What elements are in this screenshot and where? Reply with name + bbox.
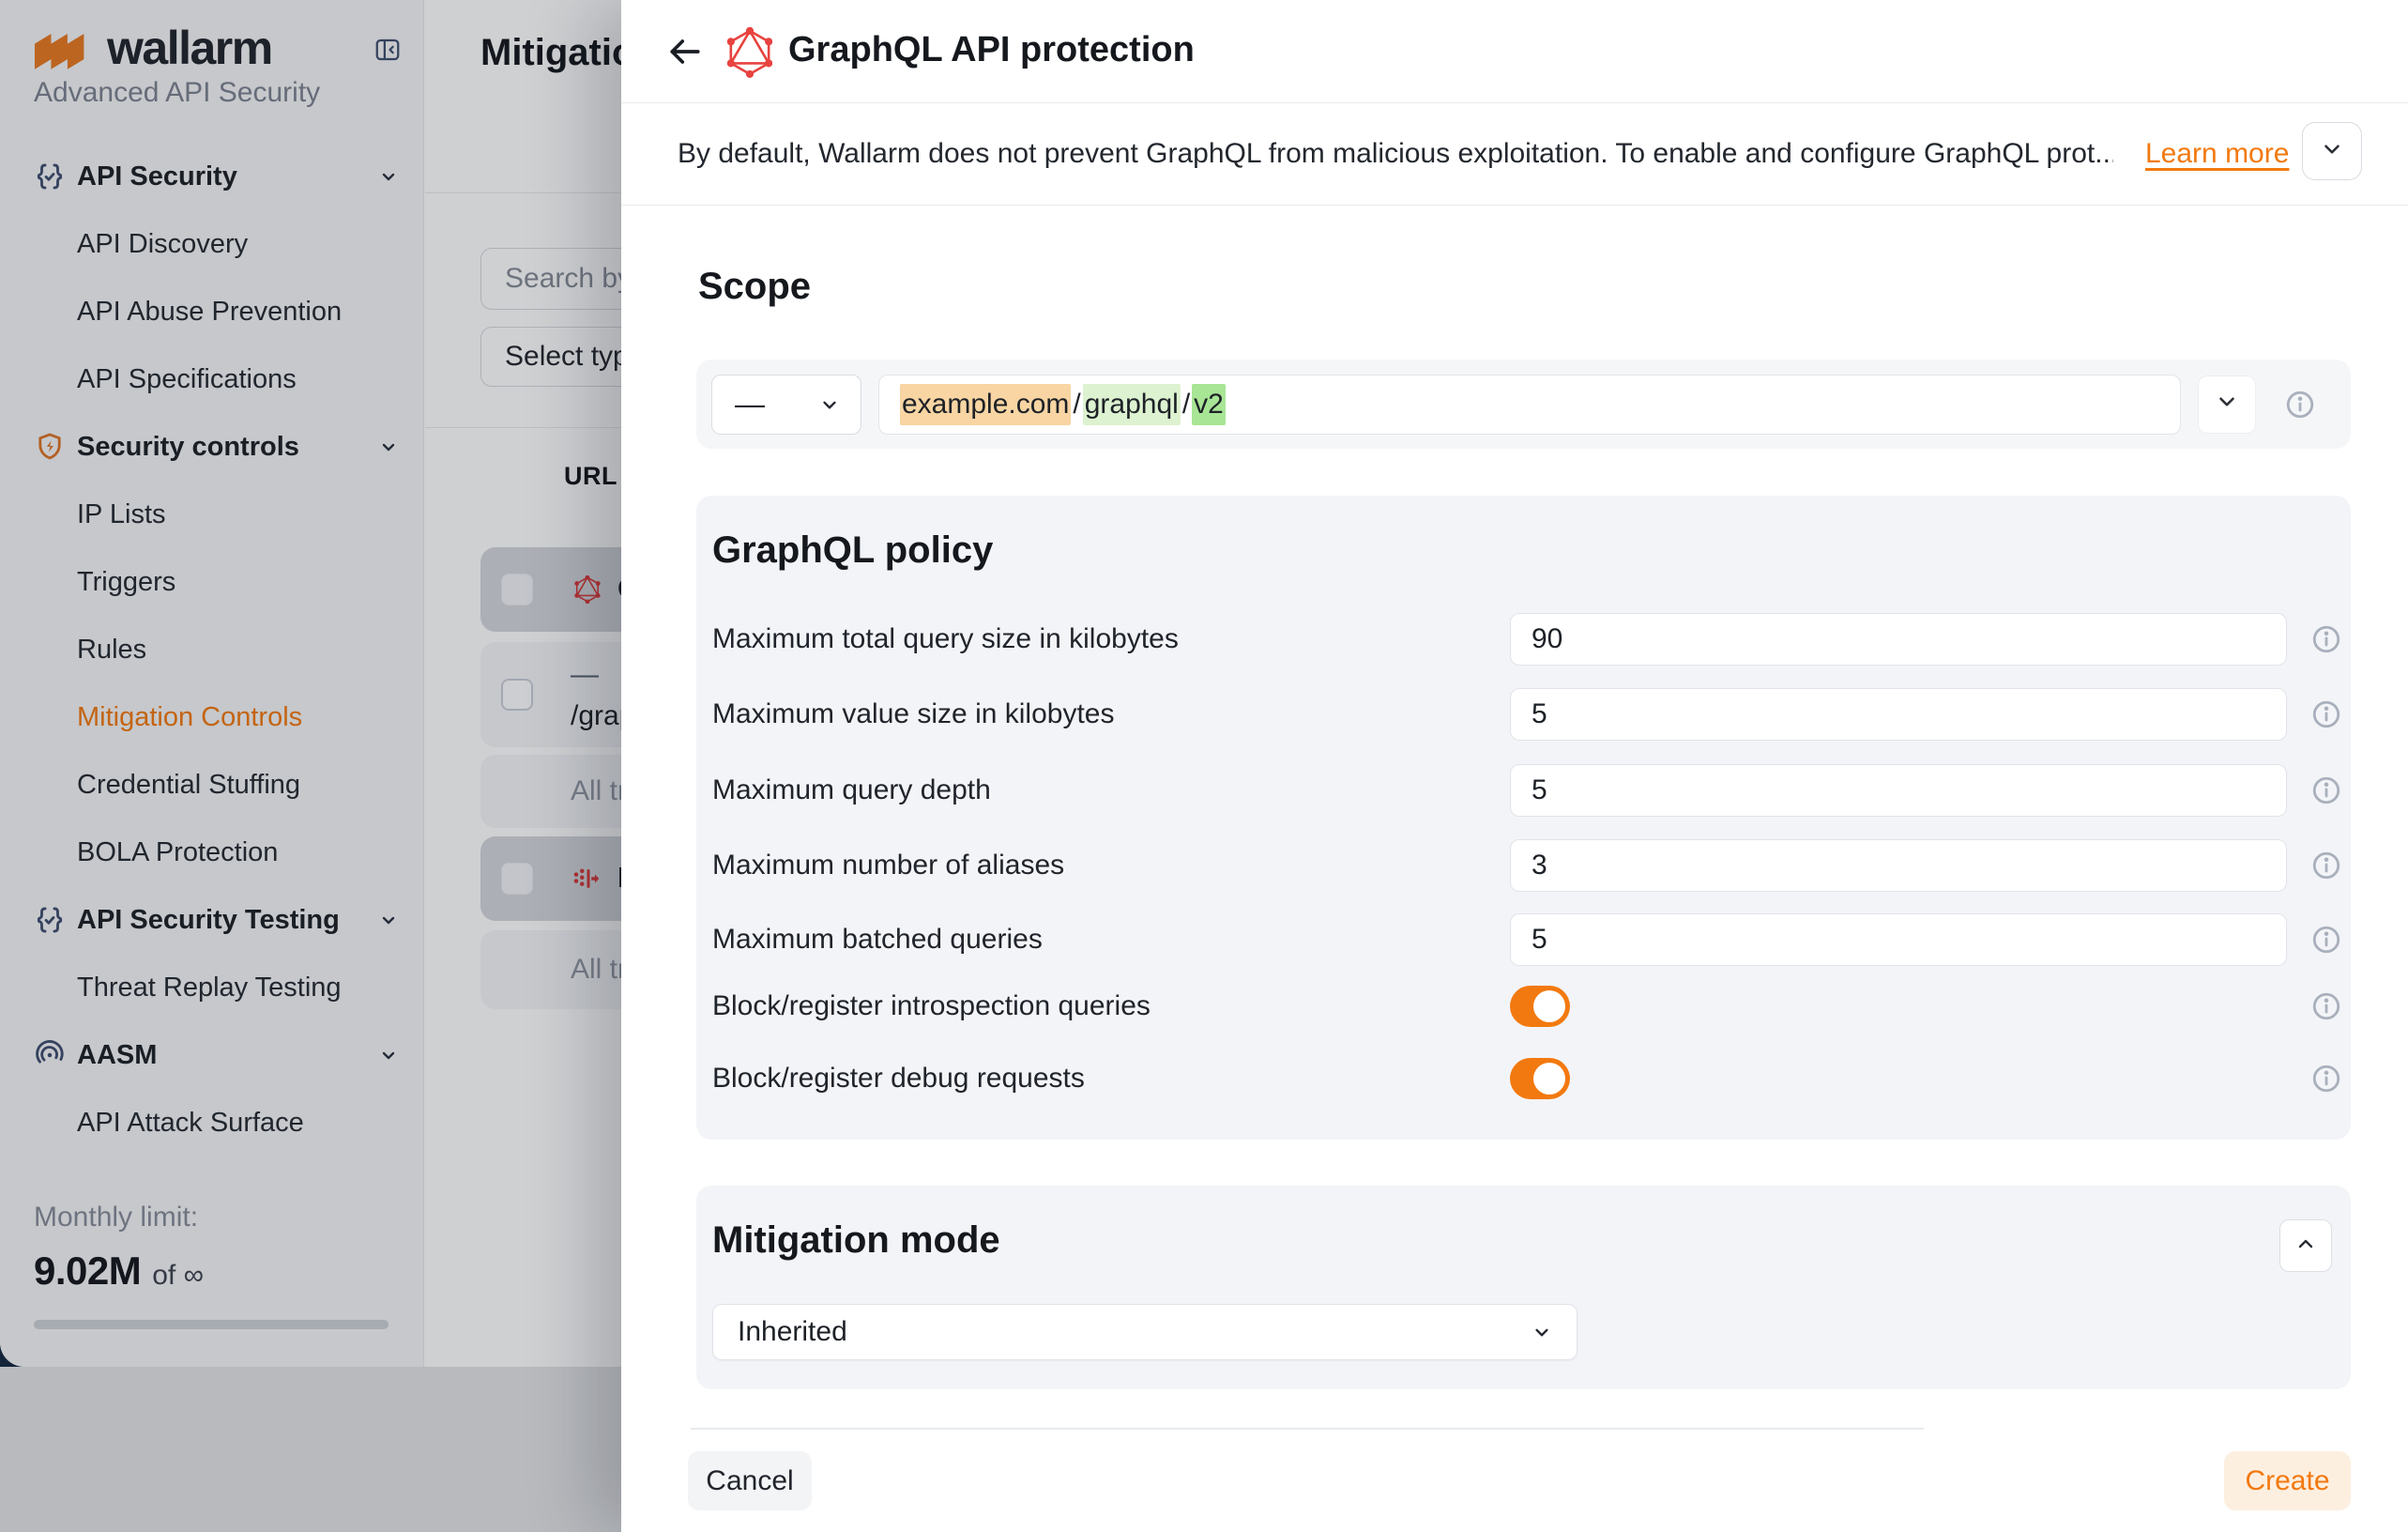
info-icon[interactable] [2284, 389, 2316, 421]
policy-toggle[interactable] [1510, 986, 1570, 1027]
toggle-knob [1533, 990, 1565, 1022]
chevron-up-icon [2294, 1233, 2317, 1260]
policy-value-input[interactable] [1510, 613, 2287, 666]
policy-row-label: Maximum query depth [712, 774, 991, 806]
policy-value-input[interactable] [1510, 913, 2287, 966]
policy-toggle[interactable] [1510, 1058, 1570, 1099]
info-icon[interactable] [2310, 1063, 2342, 1095]
scope-row: — example.com/graphql/v2 [696, 360, 2351, 449]
policy-value-input[interactable] [1510, 839, 2287, 892]
mitigation-mode-heading: Mitigation mode [712, 1219, 1000, 1262]
policy-value-input[interactable] [1510, 688, 2287, 741]
policy-row-label: Maximum number of aliases [712, 850, 1064, 881]
mitigation-mode-value: Inherited [738, 1316, 847, 1348]
cancel-button[interactable]: Cancel [688, 1451, 812, 1510]
policy-row-label: Block/register debug requests [712, 1063, 1085, 1095]
policy-row-label: Block/register introspection queries [712, 990, 1151, 1022]
info-icon[interactable] [2310, 924, 2342, 956]
info-icon[interactable] [2310, 698, 2342, 730]
scope-expand-button[interactable] [2198, 375, 2256, 434]
info-icon[interactable] [2310, 850, 2342, 881]
scope-url-segment: / [1181, 384, 1192, 425]
mitigation-mode-section: Mitigation mode Inherited [696, 1186, 2351, 1389]
scope-application-value: — [735, 387, 765, 421]
drawer-title: GraphQL API protection [788, 30, 1195, 70]
chevron-down-icon [1530, 1320, 1554, 1344]
scope-url-segment: v2 [1192, 384, 1226, 425]
policy-row-maximum-total-query-size-in-kilobytes: Maximum total query size in kilobytes [696, 613, 2351, 666]
chevron-down-icon [2320, 137, 2344, 166]
graphql-protection-drawer: GraphQL API protection By default, Walla… [621, 0, 2408, 1532]
chevron-down-icon [817, 392, 842, 417]
app-root: wallarm Advanced API Security API Securi… [0, 0, 2408, 1532]
toggle-knob [1533, 1063, 1565, 1095]
footer-divider [691, 1428, 1924, 1430]
policy-row-label: Maximum value size in kilobytes [712, 698, 1114, 730]
learn-more-link[interactable]: Learn more [2145, 138, 2289, 170]
chevron-down-icon [2215, 390, 2239, 419]
info-icon[interactable] [2310, 774, 2342, 806]
drawer-header: GraphQL API protection [621, 0, 2408, 103]
graphql-policy-section: GraphQL policy Maximum total query size … [696, 496, 2351, 1140]
scope-url-segment: / [1071, 384, 1082, 425]
scope-heading: Scope [698, 266, 811, 308]
mitigation-mode-collapse-button[interactable] [2279, 1219, 2332, 1272]
back-arrow-icon[interactable] [664, 31, 706, 72]
policy-row-maximum-query-depth: Maximum query depth [696, 764, 2351, 817]
create-button[interactable]: Create [2224, 1451, 2351, 1510]
modal-overlay[interactable] [0, 0, 621, 1532]
policy-row-label: Maximum batched queries [712, 924, 1043, 956]
policy-row-label: Maximum total query size in kilobytes [712, 623, 1179, 655]
info-icon[interactable] [2310, 623, 2342, 655]
info-icon[interactable] [2310, 990, 2342, 1022]
description-band: By default, Wallarm does not prevent Gra… [621, 104, 2408, 206]
mitigation-mode-select[interactable]: Inherited [712, 1304, 1577, 1360]
scope-url-input[interactable]: example.com/graphql/v2 [878, 375, 2181, 435]
graphql-policy-heading: GraphQL policy [712, 529, 993, 572]
policy-row-maximum-value-size-in-kilobytes: Maximum value size in kilobytes [696, 688, 2351, 741]
scope-url-segment: example.com [900, 384, 1071, 425]
policy-value-input[interactable] [1510, 764, 2287, 817]
scope-url-segment: graphql [1083, 384, 1181, 425]
scope-application-select[interactable]: — [711, 375, 861, 435]
description-expand-button[interactable] [2302, 122, 2362, 180]
graphql-icon [727, 27, 772, 76]
policy-row-maximum-number-of-aliases: Maximum number of aliases [696, 839, 2351, 892]
policy-row-block-register-introspection-queries: Block/register introspection queries [696, 983, 2351, 1030]
policy-row-maximum-batched-queries: Maximum batched queries [696, 913, 2351, 966]
policy-row-block-register-debug-requests: Block/register debug requests [696, 1055, 2351, 1102]
description-text: By default, Wallarm does not prevent Gra… [678, 138, 2113, 170]
